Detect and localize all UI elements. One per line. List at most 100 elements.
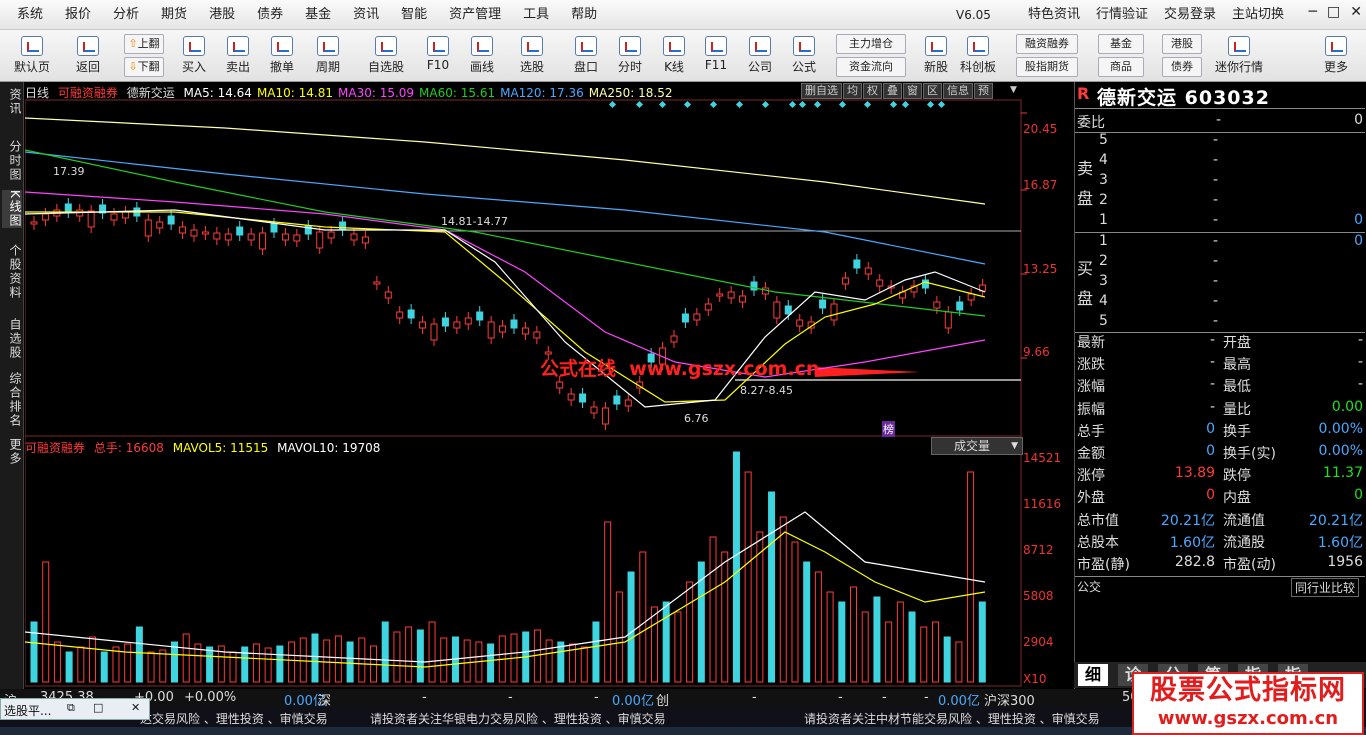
quote-stat-row: 涨跌 - 最高 -: [1077, 354, 1363, 374]
toolbar-small-button[interactable]: 商品: [1098, 57, 1144, 77]
toolbar-button[interactable]: 买入: [174, 34, 214, 78]
toolbar-button[interactable]: K线: [654, 34, 694, 78]
toolbar-button[interactable]: 迷你行情: [1212, 34, 1266, 78]
menu-item[interactable]: 系统: [6, 0, 54, 30]
index-strip-item[interactable]: -: [924, 690, 929, 705]
ticker-right[interactable]: 请投资者关注中材节能交易风险 、理性投资 、审慎交易: [804, 710, 1100, 727]
toolbar-small-button[interactable]: 港股: [1162, 34, 1202, 54]
left-tab[interactable]: 更多: [2, 438, 22, 466]
volume-bar: [416, 629, 424, 683]
maximize-icon[interactable]: □: [93, 701, 103, 714]
toolbar-button[interactable]: 更多: [1316, 34, 1356, 78]
signal-diamond: [761, 100, 770, 109]
menu-bar: 系统 报价 分析 期货 港股 债券 基金 资讯 智能 资产管理 工具 帮助 V6.05 特色资讯 行情验…: [0, 0, 1366, 30]
toolbar-button[interactable]: 返回: [68, 34, 108, 78]
stat-value: 11.37: [1322, 465, 1363, 482]
index-strip-item[interactable]: -: [422, 690, 427, 705]
toolbar-button[interactable]: 默认页: [12, 34, 52, 78]
bang-marker[interactable]: 榜: [882, 421, 895, 437]
volume-bar: [744, 471, 752, 683]
toolbar-button-label: 撤单: [269, 60, 294, 74]
index-strip-item[interactable]: -: [752, 690, 757, 705]
toolbar-small-button[interactable]: 主力增仓: [836, 34, 906, 54]
industry-compare-button[interactable]: 同行业比较: [1291, 578, 1360, 597]
toolbar-button[interactable]: 选股: [512, 34, 552, 78]
menu-item[interactable]: 期货: [150, 0, 198, 30]
toolbar-button[interactable]: 自选股: [366, 34, 406, 78]
close-icon[interactable]: ✕: [131, 701, 140, 714]
menu-item[interactable]: 报价: [54, 0, 102, 30]
volume-bar: [288, 641, 296, 683]
toolbar-small-button[interactable]: 融资融券: [1016, 34, 1078, 54]
left-tab[interactable]: 个股资料: [2, 244, 22, 300]
quote-title: 德新交运 603032: [1097, 83, 1270, 110]
toolbar-small-button[interactable]: 基金: [1098, 34, 1144, 54]
index-strip-item[interactable]: +0.00%: [184, 690, 236, 705]
toolbar-button[interactable]: 周期: [308, 34, 348, 78]
toolbar-button[interactable]: F10: [418, 34, 458, 78]
toolbar-button[interactable]: 卖出: [218, 34, 258, 78]
menu-right-item[interactable]: 交易登录: [1156, 0, 1224, 30]
menu-item[interactable]: 资产管理: [438, 0, 512, 30]
index-strip-item[interactable]: -: [594, 690, 599, 705]
chart-area[interactable]: 日线 可融资融券 德新交运 MA5: 14.64 MA10: 14.81 MA30:…: [25, 82, 1073, 689]
signal-diamond: [901, 100, 910, 109]
menu-item[interactable]: 智能: [390, 0, 438, 30]
menu-right-item[interactable]: 行情验证: [1088, 0, 1156, 30]
level-index: 1: [1099, 212, 1108, 228]
toolbar-button[interactable]: 公式: [784, 34, 824, 78]
toolbar-small-button[interactable]: 债券: [1162, 57, 1202, 77]
menu-item[interactable]: 港股: [198, 0, 246, 30]
volume-bar: [299, 637, 307, 683]
index-strip-item[interactable]: -: [882, 690, 887, 705]
page-down-button[interactable]: ⇩下翻: [124, 57, 164, 77]
candle: [121, 211, 129, 219]
chevron-down-icon[interactable]: ▼: [1010, 85, 1017, 95]
signal-diamond: [608, 100, 617, 109]
menu-item[interactable]: 帮助: [560, 0, 608, 30]
left-tab[interactable]: K线图: [2, 190, 22, 228]
menu-right-item[interactable]: 特色资讯: [1020, 0, 1088, 30]
ticker-mid[interactable]: 请投资者关注华银电力交易风险 、理性投资 、审慎交易: [370, 710, 666, 727]
ticker-left[interactable]: 达交易风险 、理性投资 、审慎交易: [140, 710, 328, 727]
stat-label: 涨幅: [1077, 379, 1105, 396]
menu-item[interactable]: 分析: [102, 0, 150, 30]
index-strip-item[interactable]: -: [508, 690, 513, 705]
toolbar-button-label: F10: [426, 58, 450, 72]
quote-stat-row: 总手 0 换手 0.00%: [1077, 421, 1363, 441]
toolbar-small-button[interactable]: 股指期货: [1016, 57, 1078, 77]
restore-icon[interactable]: □: [1327, 4, 1340, 20]
toolbar-small-button[interactable]: 资金流向: [836, 57, 906, 77]
index-strip-item[interactable]: -: [838, 690, 843, 705]
page-up-button[interactable]: ⇧上翻: [124, 34, 164, 54]
mini-window[interactable]: 选股平... ⧉ □ ✕: [0, 698, 150, 720]
menu-item[interactable]: 债券: [246, 0, 294, 30]
toolbar-button[interactable]: 撤单: [262, 34, 302, 78]
close-icon[interactable]: ✕: [1350, 4, 1362, 20]
menu-item[interactable]: 资讯: [342, 0, 390, 30]
toolbar-button[interactable]: 分时: [610, 34, 650, 78]
left-tab[interactable]: 综合排名: [2, 372, 22, 428]
toolbar-icon: [619, 36, 641, 56]
volume-dropdown[interactable]: 成交量 ▼: [931, 437, 1023, 455]
toolbar-button[interactable]: F11: [696, 34, 736, 78]
menu-item[interactable]: 基金: [294, 0, 342, 30]
menu-item[interactable]: 工具: [512, 0, 560, 30]
toolbar-button[interactable]: 画线: [462, 34, 502, 78]
toolbar-button[interactable]: 新股: [916, 34, 956, 78]
minimize-icon[interactable]: ─: [1309, 4, 1317, 20]
left-tab[interactable]: 资讯: [2, 88, 22, 116]
restore-icon[interactable]: ⧉: [67, 701, 75, 715]
toolbar-button[interactable]: 公司: [740, 34, 780, 78]
candle: [796, 319, 804, 327]
menu-right-item[interactable]: 主站切换: [1224, 0, 1292, 30]
toolbar-button[interactable]: 科创板: [958, 34, 998, 78]
left-tab[interactable]: 分时图: [2, 140, 22, 182]
left-tab[interactable]: 自选股: [2, 318, 22, 360]
toolbar-button[interactable]: 盘口: [566, 34, 606, 78]
volume-bar: [311, 633, 319, 683]
quote-tab[interactable]: 细: [1078, 664, 1108, 686]
volume-bar: [112, 646, 120, 683]
quote-stat-row: 外盘 0 内盘 0: [1077, 487, 1363, 507]
kline-chart[interactable]: [25, 82, 1073, 689]
